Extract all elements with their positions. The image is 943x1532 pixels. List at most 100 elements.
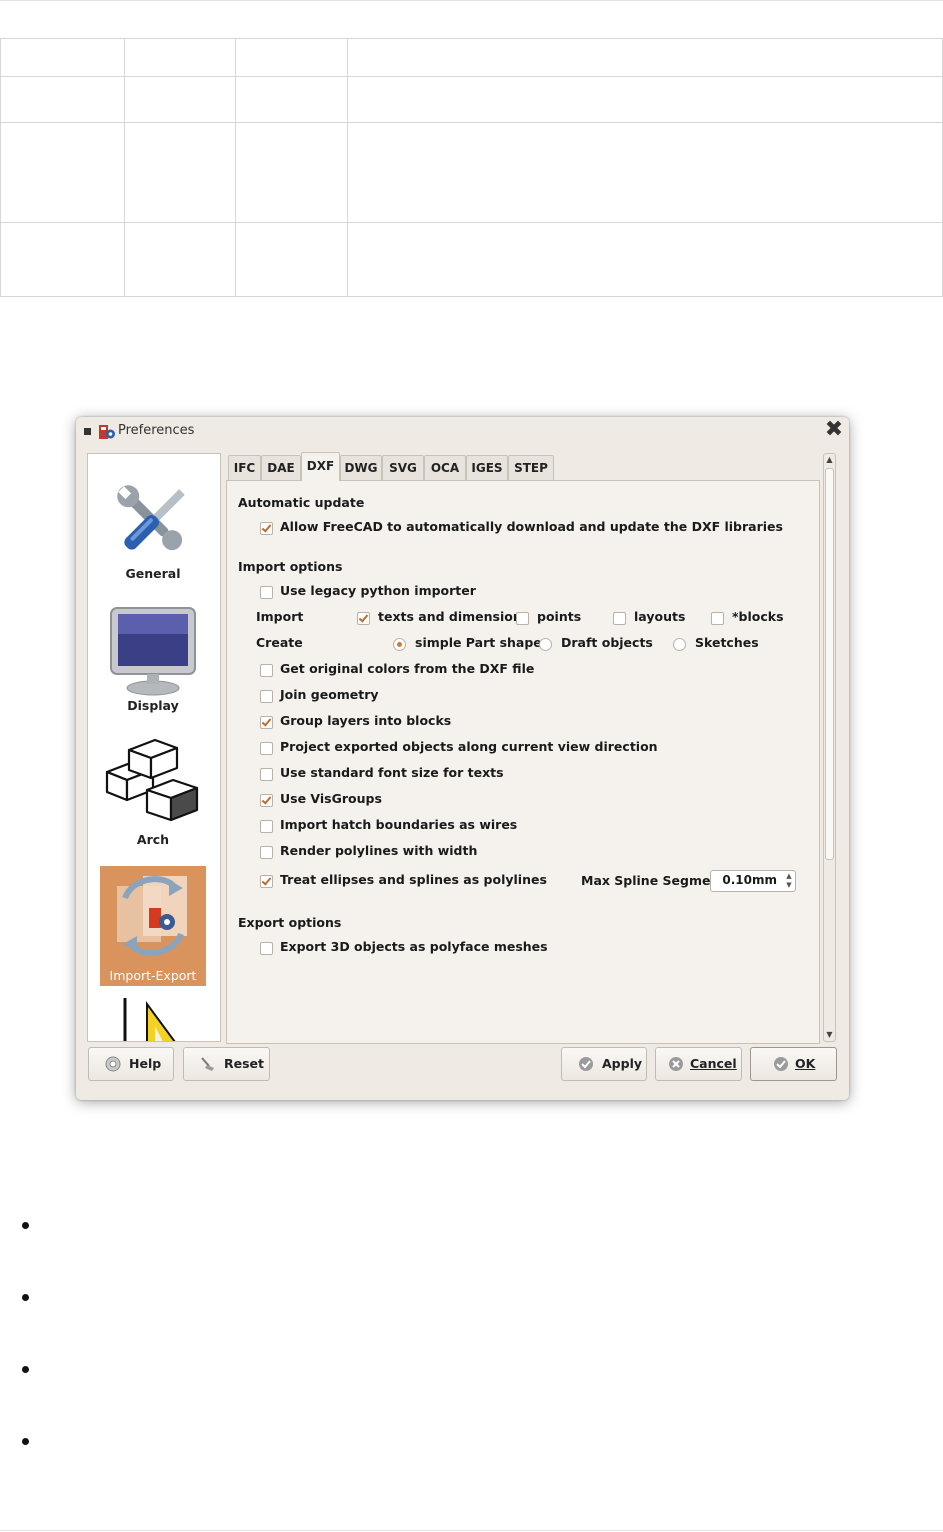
table-cell — [124, 38, 236, 77]
group-layers-label: Group layers into blocks — [280, 713, 452, 728]
import-points-checkbox[interactable] — [516, 612, 529, 625]
reset-button[interactable]: Reset — [183, 1047, 270, 1081]
table-cell — [0, 222, 125, 297]
table-cell — [235, 222, 348, 297]
window-menu-icon[interactable] — [84, 428, 91, 435]
original-colors-checkbox[interactable] — [260, 664, 273, 677]
category-draft[interactable] — [100, 998, 206, 1041]
document-table — [0, 38, 943, 297]
help-icon — [105, 1056, 121, 1072]
create-draft-label: Draft objects — [561, 635, 653, 650]
scroll-down-icon[interactable]: ▼ — [823, 1028, 836, 1042]
spin-arrows-icon[interactable]: ▲ ▼ — [784, 872, 794, 890]
list-bullet — [22, 1294, 29, 1301]
hatch-wires-checkbox[interactable] — [260, 820, 273, 833]
scroll-up-icon[interactable]: ▲ — [823, 453, 836, 467]
tab-iges[interactable]: IGES — [466, 455, 508, 480]
create-sketches-label: Sketches — [695, 635, 759, 650]
preferences-dialog: Preferences ✖ General Display Arch Impor… — [76, 417, 849, 1100]
monitor-icon — [110, 607, 196, 696]
allow-download-checkbox[interactable] — [260, 522, 273, 535]
dxf-options-panel: Automatic update Allow FreeCAD to automa… — [226, 480, 820, 1044]
import-texts-checkbox[interactable] — [357, 612, 370, 625]
table-row — [0, 38, 943, 77]
table-cell — [347, 222, 943, 297]
import-blocks-checkbox[interactable] — [711, 612, 724, 625]
blocks-icon — [105, 738, 199, 822]
category-label: Import-Export — [109, 968, 197, 983]
apply-button[interactable]: Apply — [561, 1047, 647, 1081]
tab-dae[interactable]: DAE — [261, 455, 301, 480]
standard-font-checkbox[interactable] — [260, 768, 273, 781]
create-simple-radio[interactable] — [393, 638, 406, 651]
join-geometry-checkbox[interactable] — [260, 690, 273, 703]
ellipses-polylines-checkbox[interactable] — [260, 875, 273, 888]
category-list[interactable]: General Display Arch Import-Export — [87, 453, 221, 1042]
polyline-width-checkbox[interactable] — [260, 846, 273, 859]
category-general[interactable]: General — [100, 474, 206, 590]
page-bottom-rule — [0, 1530, 943, 1531]
tools-icon — [117, 485, 185, 551]
table-cell — [347, 122, 943, 223]
table-cell — [124, 76, 236, 123]
close-icon[interactable]: ✖ — [823, 418, 845, 442]
legacy-importer-checkbox[interactable] — [260, 586, 273, 599]
ok-label: OK — [795, 1056, 816, 1071]
export-polyface-checkbox[interactable] — [260, 942, 273, 955]
page-top-rule — [0, 0, 943, 1]
cancel-label: Cancel — [690, 1056, 737, 1071]
category-display[interactable]: Display — [100, 604, 206, 720]
apply-check-icon — [579, 1057, 593, 1071]
cancel-icon — [669, 1057, 683, 1071]
help-label: Help — [129, 1056, 162, 1071]
allow-download-label: Allow FreeCAD to automatically download … — [280, 519, 783, 534]
export-polyface-label: Export 3D objects as polyface meshes — [280, 939, 548, 954]
tab-ifc[interactable]: IFC — [228, 455, 261, 480]
category-import-export[interactable]: Import-Export — [100, 866, 206, 986]
max-spline-spinbox[interactable]: 0.10mm ▲ ▼ — [710, 870, 796, 892]
tab-svg[interactable]: SVG — [382, 455, 424, 480]
import-layouts-checkbox[interactable] — [613, 612, 626, 625]
import-texts-label: texts and dimensions — [378, 609, 530, 624]
create-simple-label: simple Part shapes — [415, 635, 550, 650]
ellipses-polylines-label: Treat ellipses and splines as polylines — [280, 872, 547, 887]
category-arch[interactable]: Arch — [100, 738, 206, 854]
table-row — [0, 122, 943, 223]
list-bullet — [22, 1438, 29, 1445]
create-row-label: Create — [256, 635, 303, 650]
apply-label: Apply — [602, 1056, 643, 1071]
create-sketches-radio[interactable] — [673, 638, 686, 651]
category-label: General — [125, 566, 181, 581]
draft-icon — [123, 998, 176, 1041]
import-layouts-label: layouts — [634, 609, 686, 624]
scrollbar-thumb[interactable] — [825, 468, 834, 860]
reset-label: Reset — [224, 1056, 264, 1071]
max-spline-label: Max Spline Segment: — [581, 873, 731, 888]
tab-step[interactable]: STEP — [508, 455, 554, 480]
visgroups-checkbox[interactable] — [260, 794, 273, 807]
import-points-label: points — [537, 609, 582, 624]
cancel-button[interactable]: Cancel — [655, 1047, 742, 1081]
table-cell — [347, 76, 943, 123]
tab-dwg[interactable]: DWG — [340, 455, 382, 480]
legacy-importer-label: Use legacy python importer — [280, 583, 476, 598]
original-colors-label: Get original colors from the DXF file — [280, 661, 535, 676]
vertical-scrollbar[interactable]: ▲ ▼ — [823, 453, 836, 1042]
visgroups-label: Use VisGroups — [280, 791, 382, 806]
table-cell — [235, 76, 348, 123]
table-cell — [0, 38, 125, 77]
list-bullet — [22, 1366, 29, 1373]
create-draft-radio[interactable] — [539, 638, 552, 651]
max-spline-value: 0.10mm — [722, 873, 777, 887]
freecad-app-icon — [99, 425, 115, 439]
dialog-title: Preferences — [118, 423, 195, 438]
tab-oca[interactable]: OCA — [424, 455, 466, 480]
project-exported-label: Project exported objects along current v… — [280, 739, 658, 754]
ok-button[interactable]: OK — [750, 1047, 837, 1081]
group-layers-checkbox[interactable] — [260, 716, 273, 729]
category-label: Display — [127, 698, 179, 713]
help-button[interactable]: Help — [88, 1047, 174, 1081]
project-exported-checkbox[interactable] — [260, 742, 273, 755]
table-cell — [124, 122, 236, 223]
tab-dxf[interactable]: DXF — [301, 452, 340, 481]
